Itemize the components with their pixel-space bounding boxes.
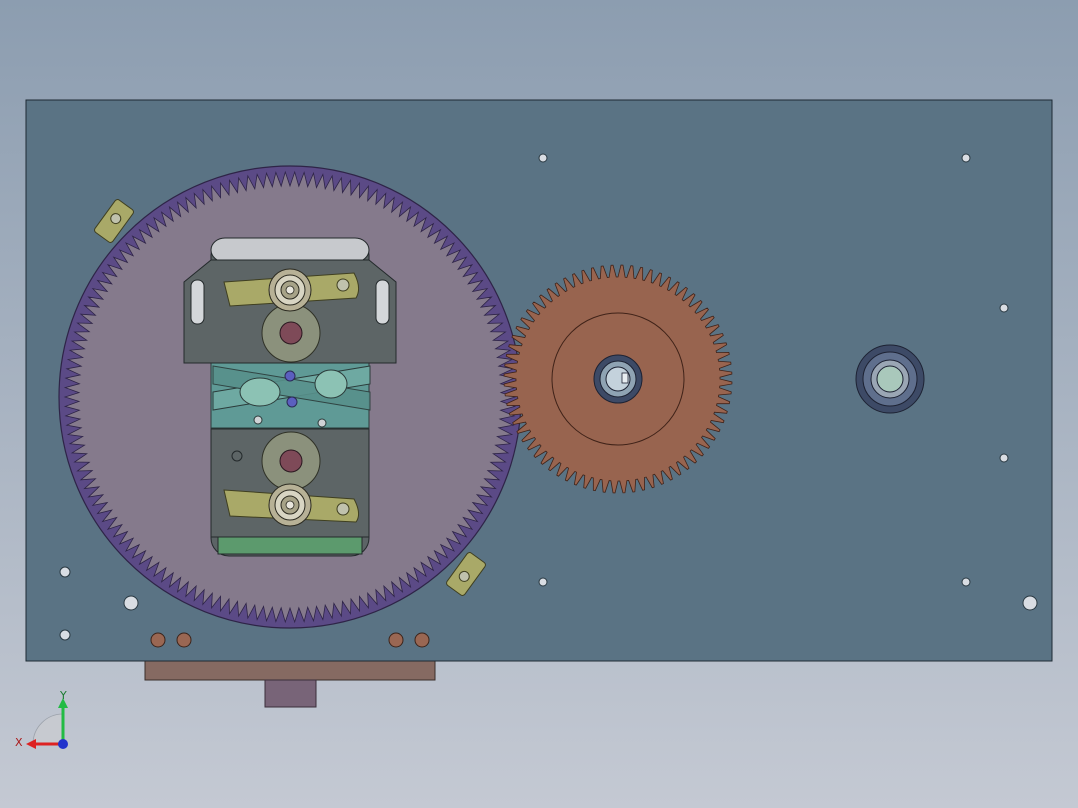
copper-pin[interactable] (176, 632, 192, 648)
lever-hole (336, 278, 350, 292)
carrier-top-window (210, 237, 370, 263)
bracket-slot (190, 279, 205, 325)
link-pin[interactable] (284, 370, 296, 382)
mounting-hole[interactable] (538, 153, 548, 163)
copper-pin[interactable] (414, 632, 430, 648)
planet-bore (279, 449, 303, 473)
upper-bearing[interactable] (268, 268, 312, 312)
planet-carrier[interactable] (183, 237, 397, 557)
copper-pin[interactable] (150, 632, 166, 648)
mounting-hole[interactable] (538, 577, 548, 587)
link-hole (317, 418, 327, 428)
mounting-hole[interactable] (59, 629, 71, 641)
mounting-hole[interactable] (59, 566, 71, 578)
lower-bearing[interactable] (268, 483, 312, 527)
copper-pin[interactable] (388, 632, 404, 648)
bottom-tab[interactable] (264, 679, 317, 708)
keyway (621, 372, 629, 384)
mounting-hole[interactable] (1022, 595, 1038, 611)
link-hole (253, 415, 263, 425)
bottom-rail[interactable] (144, 660, 436, 681)
block-hole (231, 450, 243, 462)
mounting-hole[interactable] (999, 453, 1009, 463)
idler-bearing[interactable] (855, 344, 925, 414)
crank-slot (239, 377, 281, 407)
mounting-hole[interactable] (961, 153, 971, 163)
planet-bore (279, 321, 303, 345)
mounting-hole[interactable] (123, 595, 139, 611)
axis-x-label: X (15, 736, 23, 749)
axis-y-label: Y (59, 689, 67, 702)
crank-slot (314, 369, 348, 399)
cad-viewport[interactable]: Y X (0, 0, 1078, 808)
mounting-hole[interactable] (961, 577, 971, 587)
bracket-slot (375, 279, 390, 325)
mounting-hole[interactable] (999, 303, 1009, 313)
link-pin[interactable] (286, 396, 298, 408)
lever-hole (336, 502, 350, 516)
carrier-bottom-strip (217, 535, 363, 555)
triad-z-dot-icon (58, 739, 68, 749)
